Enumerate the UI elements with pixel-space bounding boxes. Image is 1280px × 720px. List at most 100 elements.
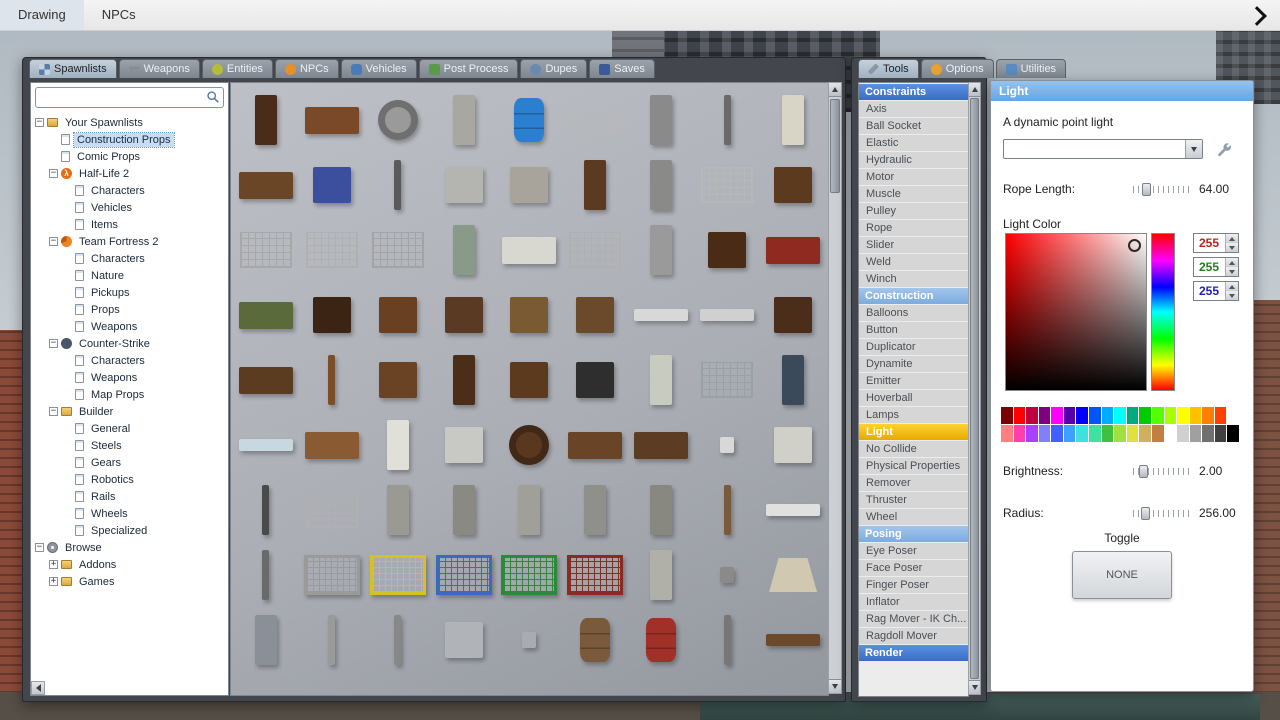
prop-washing-machine[interactable] [760,414,826,476]
prop-white-panel[interactable] [760,479,826,541]
prop-grid-scrollbar[interactable] [828,82,842,694]
spinner[interactable] [1225,234,1238,252]
prop-fountain[interactable] [431,219,497,281]
tab-entities[interactable]: Entities [201,59,273,78]
tool-dynamite[interactable]: Dynamite [859,356,968,372]
color-swatch[interactable] [1177,425,1189,442]
tab-post-process[interactable]: Post Process [418,59,519,78]
tool-muscle[interactable]: Muscle [859,186,968,202]
expand-icon[interactable]: + [49,560,58,569]
tool-category-posing[interactable]: Posing [859,526,968,542]
color-swatch[interactable] [1038,407,1051,424]
prop-wood-dresser[interactable] [365,284,431,346]
prop-fridge[interactable] [628,349,694,411]
tree-item-addons[interactable]: + Addons [31,556,228,573]
prop-tombstone-3[interactable] [497,479,563,541]
color-swatch[interactable] [1101,407,1114,424]
prop-wood-box[interactable] [431,284,497,346]
tree-item-map-props[interactable]: Map Props [31,386,228,403]
color-swatch[interactable] [1114,407,1126,424]
prop-dark-door[interactable] [562,154,628,216]
tree-item-steels[interactable]: Steels [31,437,228,454]
tab-saves[interactable]: Saves [589,59,655,78]
prop-oil-drum[interactable] [562,609,628,671]
prop-street-lamp[interactable] [233,479,299,541]
tool-ragdoll-mover[interactable]: Ragdoll Mover [859,628,968,644]
prop-wood-table[interactable] [562,414,628,476]
collapse-icon[interactable]: − [49,339,58,348]
prop-canoe[interactable] [299,349,365,411]
tool-weld[interactable]: Weld [859,254,968,270]
tool-duplicator[interactable]: Duplicator [859,339,968,355]
tool-list-scrollbar[interactable] [968,82,981,695]
prop-bed-frame[interactable] [694,154,760,216]
scroll-up-button[interactable] [969,83,980,97]
prop-metal-rod[interactable] [694,609,760,671]
tool-winch[interactable]: Winch [859,271,968,287]
collapse-icon[interactable]: − [35,543,44,552]
tree-item-characters[interactable]: Characters [31,182,228,199]
collapse-icon[interactable]: − [35,118,44,127]
color-swatch[interactable] [1202,425,1214,442]
prop-faucet[interactable] [497,609,563,671]
rgb-field-g[interactable]: 255 [1193,257,1239,277]
prop-bathtub[interactable] [497,219,563,281]
prop-yard-gate[interactable] [299,479,365,541]
tree-item-games[interactable]: + Games [31,573,228,590]
tree-hscroll-left-button[interactable] [31,681,45,695]
tool-hoverball[interactable]: Hoverball [859,390,968,406]
color-swatch[interactable] [1177,407,1189,424]
prop-metal-cabinet[interactable] [431,414,497,476]
color-swatch[interactable] [1101,425,1114,442]
tool-motor[interactable]: Motor [859,169,968,185]
color-swatch[interactable] [1001,407,1013,424]
prop-metal-shelf[interactable] [497,154,563,216]
collapse-icon[interactable]: − [49,169,58,178]
scroll-up-button[interactable] [829,83,841,97]
tree-item-nature[interactable]: Nature [31,267,228,284]
tree-item-wheels[interactable]: Wheels [31,505,228,522]
tab-weapons[interactable]: Weapons [118,59,200,78]
prop-cage-green[interactable] [497,544,563,606]
tool-ball-socket[interactable]: Ball Socket [859,118,968,134]
scroll-down-button[interactable] [829,679,841,693]
tab-spawnlists[interactable]: Spawnlists [29,59,117,78]
color-swatch[interactable] [1013,425,1026,442]
prop-tombstone[interactable] [365,479,431,541]
preset-config-button[interactable] [1213,140,1235,159]
color-swatch[interactable] [1026,425,1038,442]
radius-slider[interactable] [1133,506,1191,520]
prop-wood-pallet[interactable] [760,609,826,671]
tool-face-poser[interactable]: Face Poser [859,560,968,576]
tab-dupes[interactable]: Dupes [520,59,588,78]
tool-remover[interactable]: Remover [859,475,968,491]
color-swatch[interactable] [1001,425,1013,442]
spin-up-icon[interactable] [1226,258,1238,267]
prop-sink[interactable] [365,414,431,476]
prop-trash-bin[interactable] [628,219,694,281]
prop-wood-cabinet[interactable] [431,349,497,411]
preset-dropdown[interactable] [1003,139,1203,159]
color-swatch[interactable] [1227,425,1239,442]
tool-thruster[interactable]: Thruster [859,492,968,508]
hue-bar[interactable] [1151,233,1175,391]
prop-stove[interactable] [562,349,628,411]
color-swatch[interactable] [1164,407,1177,424]
brightness-slider[interactable] [1133,464,1191,478]
color-swatch[interactable] [1227,407,1239,424]
scrollbar-thumb[interactable] [830,99,840,193]
prop-nightstand[interactable] [497,349,563,411]
tool-balloons[interactable]: Balloons [859,305,968,321]
tree-item-robotics[interactable]: Robotics [31,471,228,488]
tab-utilities[interactable]: Utilities [995,59,1067,78]
prop-tombstone-2[interactable] [431,479,497,541]
color-swatch[interactable] [1089,407,1101,424]
prop-red-barrel[interactable] [628,609,694,671]
prop-dark-dresser[interactable] [299,284,365,346]
color-picker-area[interactable] [1005,233,1147,391]
tree-item-rails[interactable]: Rails [31,488,228,505]
tool-lamps[interactable]: Lamps [859,407,968,423]
tool-inflator[interactable]: Inflator [859,594,968,610]
color-swatch[interactable] [1089,425,1101,442]
prop-small-trophy[interactable] [694,544,760,606]
